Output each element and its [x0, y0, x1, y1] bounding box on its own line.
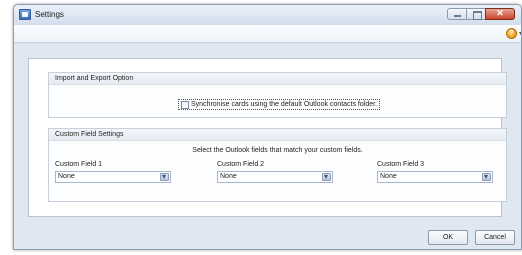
toolbar: ? ▾: [14, 25, 521, 43]
maximize-button[interactable]: [466, 8, 486, 20]
custom-field-2-label: Custom Field 2: [217, 161, 265, 168]
cancel-button[interactable]: Cancel: [475, 230, 515, 245]
custom-field-2-value: None: [220, 173, 237, 180]
import-export-header: Import and Export Option: [49, 73, 506, 85]
settings-window: Settings ? ▾ Import and Export Option Sy…: [13, 4, 522, 250]
chevron-down-icon[interactable]: [322, 172, 331, 181]
chevron-down-icon[interactable]: [482, 172, 491, 181]
sync-label: Synchronise cards using the default Outl…: [191, 101, 377, 108]
minimize-button[interactable]: [447, 8, 467, 20]
custom-field-instruction: Select the Outlook fields that match you…: [192, 147, 363, 154]
custom-field-1-value: None: [58, 173, 75, 180]
custom-field-1-select[interactable]: None: [55, 171, 171, 183]
title-bar[interactable]: Settings: [14, 5, 521, 25]
close-button[interactable]: [485, 8, 515, 20]
settings-app-icon: [19, 9, 31, 20]
settings-panel: Import and Export Option Synchronise car…: [28, 58, 507, 217]
window-title: Settings: [35, 10, 64, 19]
custom-field-3-value: None: [380, 173, 397, 180]
ok-button[interactable]: OK: [428, 230, 468, 245]
import-export-group: Import and Export Option Synchronise car…: [48, 72, 507, 118]
custom-field-2-select[interactable]: None: [217, 171, 333, 183]
custom-field-3-label: Custom Field 3: [377, 161, 425, 168]
custom-field-1-label: Custom Field 1: [55, 161, 103, 168]
help-icon[interactable]: ?: [506, 28, 517, 39]
sync-option[interactable]: Synchronise cards using the default Outl…: [178, 99, 380, 110]
chevron-down-icon[interactable]: [160, 172, 169, 181]
custom-field-group: Custom Field Settings Select the Outlook…: [48, 128, 507, 202]
custom-field-header: Custom Field Settings: [49, 129, 506, 141]
custom-field-3-select[interactable]: None: [377, 171, 493, 183]
sync-checkbox[interactable]: [181, 100, 189, 109]
